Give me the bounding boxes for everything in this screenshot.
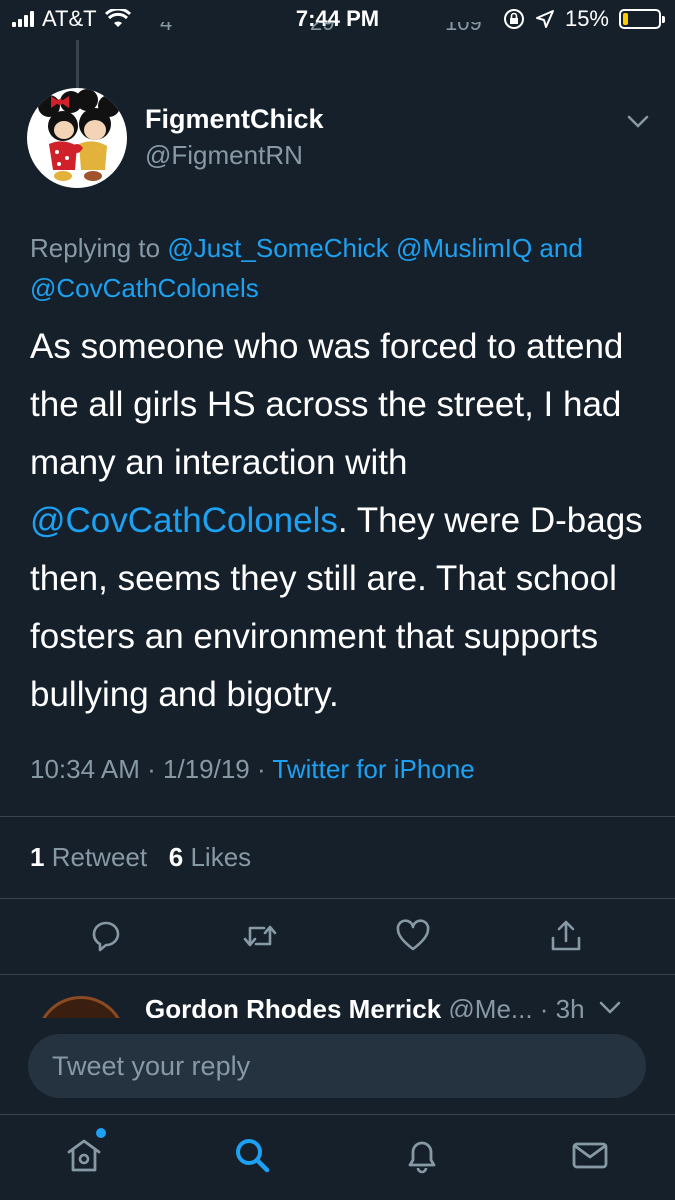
tweet-source-link[interactable]: Twitter for iPhone xyxy=(272,754,474,784)
retweet-icon[interactable] xyxy=(242,918,278,954)
tweet-text-part1: As someone who was forced to attend the … xyxy=(30,327,624,482)
tweet-time: 10:34 AM xyxy=(30,754,140,784)
notification-dot xyxy=(96,1128,106,1138)
heart-icon[interactable] xyxy=(395,918,431,954)
chevron-down-icon[interactable] xyxy=(598,1000,622,1016)
retweet-count: 1 xyxy=(30,842,45,872)
search-icon[interactable] xyxy=(232,1135,272,1175)
previous-like-count: 109 xyxy=(445,22,482,35)
home-icon[interactable] xyxy=(64,1135,104,1175)
tweet-meta: 10:34 AM · 1/19/19 · Twitter for iPhone xyxy=(30,754,475,785)
like-count: 6 xyxy=(168,842,184,872)
replying-to: Replying to @Just_SomeChick @MuslimIQ an… xyxy=(30,228,650,308)
thread-line xyxy=(76,40,79,90)
meta-separator: · xyxy=(147,754,156,784)
reply-icon[interactable] xyxy=(88,918,124,954)
meta-separator: · xyxy=(256,754,266,784)
author-avatar[interactable] xyxy=(27,88,127,188)
share-icon[interactable] xyxy=(548,918,584,954)
divider xyxy=(0,898,675,899)
reply-input[interactable]: Tweet your reply xyxy=(28,1034,646,1098)
tweet-mention-link[interactable]: @CovCathColonels xyxy=(30,501,338,540)
compose-bar: Tweet your reply xyxy=(0,1018,675,1114)
divider xyxy=(0,974,675,975)
previous-retweet-count: 29 xyxy=(310,22,335,35)
minnie-mickey-avatar-icon xyxy=(38,89,120,181)
previous-reply-count: 4 xyxy=(160,22,173,35)
author-handle[interactable]: @FigmentRN xyxy=(145,140,303,171)
retweets-stat[interactable]: 1 Retweet xyxy=(30,842,147,872)
bell-icon[interactable] xyxy=(402,1135,442,1175)
tab-bar xyxy=(0,1114,675,1200)
replying-prefix: Replying to xyxy=(30,233,168,263)
likes-stat[interactable]: 6 Likes xyxy=(169,842,251,872)
author-name[interactable]: FigmentChick xyxy=(145,104,324,135)
chevron-down-icon[interactable] xyxy=(626,114,650,130)
tweet-stats: 1 Retweet 6 Likes xyxy=(30,842,251,873)
retweet-label: Retweet xyxy=(51,842,148,872)
previous-tweet-actions: 4 29 109 xyxy=(0,22,675,44)
tweet-date: 1/19/19 xyxy=(163,754,250,784)
mail-icon[interactable] xyxy=(570,1135,610,1175)
tweet-text: As someone who was forced to attend the … xyxy=(30,318,650,724)
divider xyxy=(0,816,675,817)
like-label: Likes xyxy=(190,842,252,872)
